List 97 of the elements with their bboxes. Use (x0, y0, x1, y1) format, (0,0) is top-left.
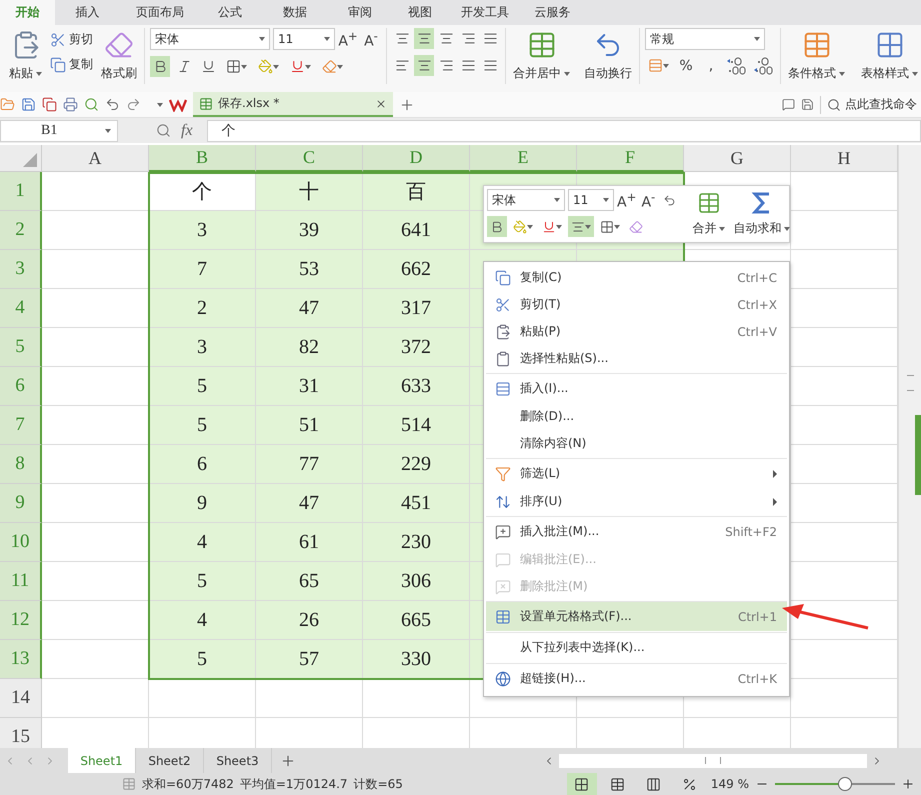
menu-tab[interactable]: 页面布局 (120, 0, 200, 25)
menu-tab[interactable]: 审阅 (330, 0, 390, 25)
table-cell: 9 (149, 484, 256, 523)
menu-item[interactable]: 删除(D)... (486, 403, 787, 430)
menu-tab[interactable]: 公式 (200, 0, 260, 25)
grow-font-button[interactable]: A$^{+}$ (338, 28, 358, 50)
table-cell: 3 (149, 211, 256, 250)
menu-tab[interactable]: 视图 (390, 0, 450, 25)
table-cell: 51 (256, 406, 363, 445)
command-search[interactable]: 点此查找命令 (827, 96, 921, 113)
column-header[interactable]: H (791, 145, 898, 172)
document-tab[interactable]: 保存.xlsx * (193, 92, 393, 117)
menu-item[interactable]: 选择性粘贴(S)... (486, 345, 787, 372)
table-cell: 4 (149, 523, 256, 562)
function-button[interactable]: fx (181, 122, 193, 140)
row-header[interactable]: 14 (0, 679, 42, 718)
column-header[interactable]: A (42, 145, 149, 172)
table-cell: 2 (149, 289, 256, 328)
table-cell: 十 (256, 172, 363, 211)
zoom-text: 149 % (710, 777, 749, 791)
count-text: 计数=65 (354, 776, 403, 792)
formula-input[interactable]: 个 (206, 120, 921, 142)
menu-item[interactable]: 清除内容(N) (486, 430, 787, 457)
menu-item[interactable]: 超链接(H)... Ctrl+K (486, 663, 787, 693)
wrap-text-button[interactable]: 自动换行 (582, 28, 634, 84)
table-cell: 7 (149, 250, 256, 289)
table-cell: 230 (363, 523, 470, 562)
column-header[interactable]: G (684, 145, 791, 172)
grow-font-button[interactable]: A$^{+}$ (617, 190, 636, 210)
table-cell: 47 (256, 484, 363, 523)
table-cell: 229 (363, 445, 470, 484)
table-cell: 665 (363, 601, 470, 640)
table-cell: 4 (149, 601, 256, 640)
number-format-select[interactable]: 常规 (645, 28, 765, 50)
table-cell: 61 (256, 523, 363, 562)
menu-item[interactable]: 剪切(T) Ctrl+X (486, 291, 787, 318)
table-cell: 39 (256, 211, 363, 250)
merge-button[interactable]: 合并 (690, 189, 728, 239)
paste-button[interactable]: 粘贴 (7, 28, 44, 84)
table-cell: 53 (256, 250, 363, 289)
menu-item[interactable]: 复制(C) Ctrl+C (486, 264, 787, 291)
table-cell: 57 (256, 640, 363, 679)
row-header[interactable]: 15 (0, 718, 42, 748)
table-cell: 5 (149, 406, 256, 445)
table-cell: 514 (363, 406, 470, 445)
table-cell: 451 (363, 484, 470, 523)
table-cell: 5 (149, 367, 256, 406)
table-cell: 306 (363, 562, 470, 601)
menu-item[interactable]: 从下拉列表中选择(K)... (486, 632, 787, 662)
table-cell: 641 (363, 211, 470, 250)
font-size-select[interactable]: 11 (273, 28, 335, 50)
sum-text: 求和=60万7482 (142, 776, 234, 792)
menu-item[interactable]: 设置单元格格式(F)... Ctrl+1 (486, 601, 787, 631)
font-size-select[interactable]: 11 (568, 189, 614, 211)
font-select[interactable]: 宋体 (487, 189, 565, 211)
table-cell: 5 (149, 562, 256, 601)
table-cell: 31 (256, 367, 363, 406)
name-box[interactable]: B1 (0, 120, 118, 142)
sheet-tab[interactable]: Sheet1 (68, 748, 136, 773)
table-cell: 百 (363, 172, 470, 211)
table-cell: 5 (149, 640, 256, 679)
menu-item[interactable]: 粘贴(P) Ctrl+V (486, 318, 787, 345)
shrink-font-button[interactable]: A$^{-}$ (641, 190, 656, 210)
table-cell: 330 (363, 640, 470, 679)
menu-item[interactable]: 排序(U) (486, 488, 787, 515)
menu-item[interactable]: 插入(I)... (486, 373, 787, 403)
percent-button[interactable]: % (676, 55, 696, 76)
table-cell: 372 (363, 328, 470, 367)
table-cell: 82 (256, 328, 363, 367)
table-cell: 47 (256, 289, 363, 328)
menu-tab[interactable]: 开发工具 (450, 0, 520, 25)
menu-tab[interactable]: 数据 (260, 0, 330, 25)
table-cell: 662 (363, 250, 470, 289)
conditional-format-button[interactable]: 条件格式 (786, 28, 847, 84)
table-cell: 个 (149, 172, 256, 211)
table-cell: 317 (363, 289, 470, 328)
comma-button[interactable]: , (701, 55, 721, 76)
menu-tab[interactable]: 插入 (55, 0, 120, 25)
table-cell: 6 (149, 445, 256, 484)
cut-button[interactable]: 剪切 (50, 31, 93, 48)
table-cell: 26 (256, 601, 363, 640)
copy-button[interactable]: 复制 (50, 56, 93, 73)
font-select[interactable]: 宋体 (150, 28, 270, 50)
table-cell: 77 (256, 445, 363, 484)
autosum-button[interactable]: 自动求和 (731, 189, 792, 239)
format-painter-button[interactable]: 格式刷 (99, 28, 139, 84)
table-style-button[interactable]: 表格样式 (859, 28, 920, 84)
merge-center-button[interactable]: 合并居中 (511, 28, 572, 84)
average-text: 平均值=1万0124.7 (240, 776, 348, 792)
menu-tab[interactable]: 云服务 (520, 0, 585, 25)
menu-tab[interactable]: 开始 (0, 0, 55, 25)
table-cell: 633 (363, 367, 470, 406)
menu-item[interactable]: 插入批注(M)... Shift+F2 (486, 516, 787, 546)
table-cell: 3 (149, 328, 256, 367)
menu-item[interactable]: 筛选(L) (486, 458, 787, 488)
table-cell: 65 (256, 562, 363, 601)
shrink-font-button[interactable]: A$^{-}$ (364, 28, 378, 50)
